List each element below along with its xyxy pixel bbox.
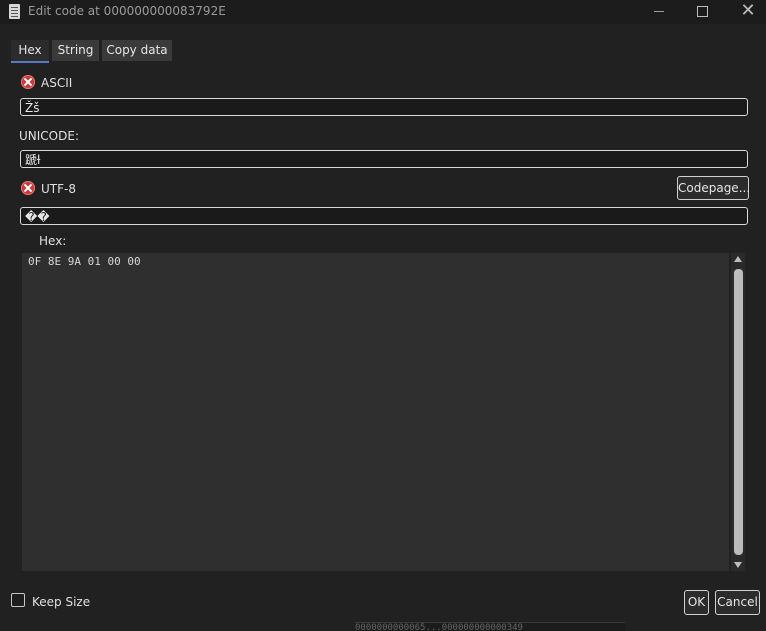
tab-copy-data[interactable]: Copy data [102,40,172,61]
scroll-down-arrow-icon[interactable] [734,562,742,568]
keep-size-label: Keep Size [32,595,91,609]
tab-string[interactable]: String [52,40,99,61]
codepage-button[interactable]: Codepage... [677,176,750,200]
title-bar: Edit code at 000000000083792E ✕ [0,0,766,24]
hex-editor[interactable]: 0F 8E 9A 01 00 00 [22,253,729,571]
cancel-button[interactable]: Cancel [715,590,760,615]
hex-scrollbar[interactable] [731,253,745,571]
tab-hex[interactable]: Hex [11,40,49,63]
keep-size-checkbox[interactable] [11,593,25,607]
ascii-input[interactable]: Žš [20,98,748,116]
utf8-error-icon [21,181,35,195]
unicode-label: UNICODE: [19,129,79,143]
scroll-up-arrow-icon[interactable] [734,256,742,262]
ascii-label: ASCII [41,76,73,90]
utf8-input[interactable]: �� [20,207,748,225]
ascii-error-icon [21,75,35,89]
app-document-icon [9,4,20,19]
window-title: Edit code at 000000000083792E [28,4,226,18]
scroll-thumb[interactable] [734,269,743,555]
maximize-button[interactable] [679,0,725,24]
hex-label: Hex: [39,234,67,248]
unicode-input[interactable]: 蹏ƚ [20,150,748,168]
close-button[interactable]: ✕ [725,0,766,24]
ok-button[interactable]: OK [684,590,709,615]
utf8-label: UTF-8 [41,182,76,196]
minimize-button[interactable] [635,0,681,24]
